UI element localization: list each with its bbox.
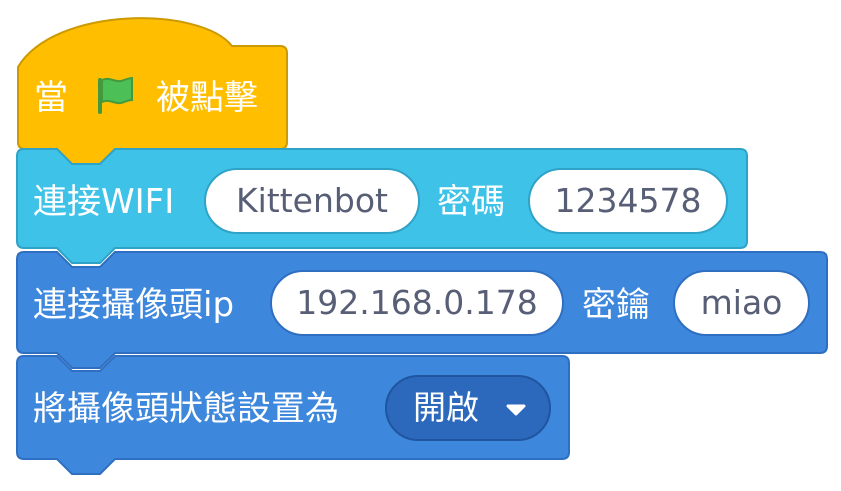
wifi-label: 連接WIFI <box>33 182 175 222</box>
caret-down-icon <box>506 404 526 416</box>
camera-ip-label: 連接攝像頭ip <box>33 285 235 325</box>
state-dropdown-value: 開啟 <box>413 388 479 427</box>
green-flag-icon <box>98 76 133 114</box>
key-label: 密鑰 <box>582 285 650 325</box>
ip-input[interactable]: 192.168.0.178 <box>270 270 564 336</box>
state-dropdown[interactable]: 開啟 <box>385 375 551 441</box>
hat-suffix-label: 被點擊 <box>156 78 258 118</box>
script-stage: 當 被點擊 連接WIFI Kittenbot 密碼 1234578 連接攝像頭i… <box>0 0 841 491</box>
password-label: 密碼 <box>437 182 505 222</box>
key-input[interactable]: miao <box>673 270 810 336</box>
password-input[interactable]: 1234578 <box>528 168 728 234</box>
ssid-input[interactable]: Kittenbot <box>204 168 420 234</box>
hat-prefix-label: 當 <box>34 78 68 118</box>
camera-state-label: 將攝像頭狀態設置為 <box>33 389 339 429</box>
